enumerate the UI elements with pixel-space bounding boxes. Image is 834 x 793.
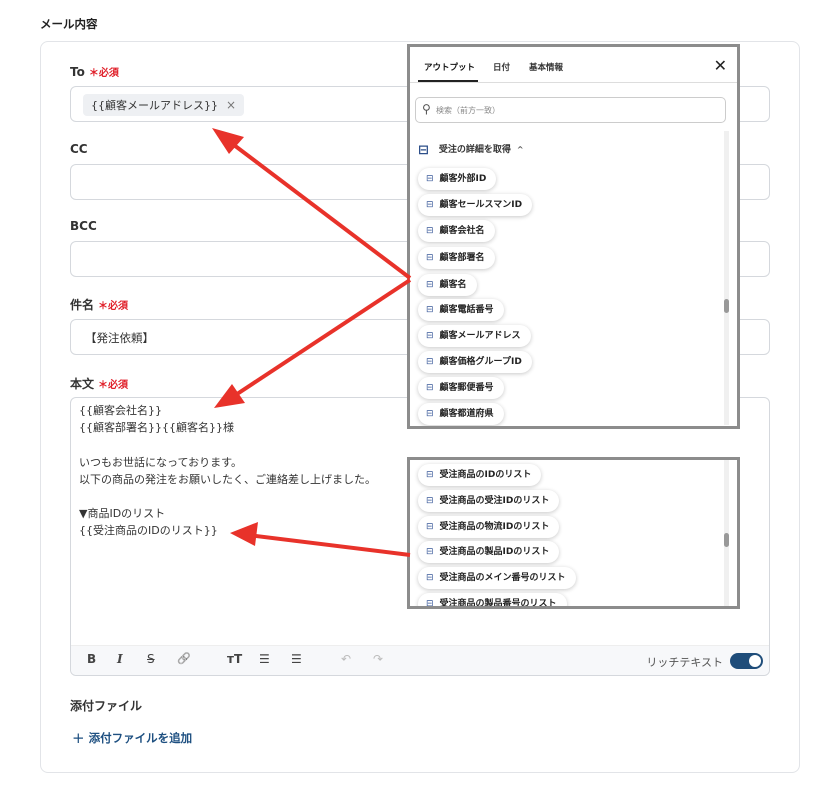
link-icon[interactable]: 🔗 xyxy=(177,652,191,665)
item-icon: ⊟ xyxy=(426,599,434,609)
text-size-icon[interactable]: ᴛT xyxy=(227,652,242,666)
chevron-up-icon: ^ xyxy=(516,145,524,154)
item-icon: ⊟ xyxy=(426,496,434,506)
output-item[interactable]: ⊟ 顧客電話番号 xyxy=(418,299,504,321)
italic-icon[interactable]: I xyxy=(117,652,123,666)
box-icon: ⊟ xyxy=(418,143,429,158)
output-item[interactable]: ⊟ 顧客都道府県 xyxy=(418,403,504,425)
body-text[interactable]: {{顧客会社名}} {{顧客部署名}}{{顧客名}}様 いつもお世話になっており… xyxy=(79,402,376,540)
output-item[interactable]: ⊟ 顧客価格グループID xyxy=(418,351,532,373)
to-label: To ＊必須 xyxy=(70,65,119,79)
bullet-list-icon[interactable]: ☰ xyxy=(259,652,270,666)
tab-basic-info[interactable]: 基本情報 xyxy=(529,61,563,73)
search-placeholder: 検索（前方一致） xyxy=(436,106,500,115)
item-icon: ⊟ xyxy=(426,253,434,263)
search-input[interactable]: ⚲ 検索（前方一致） xyxy=(415,97,726,123)
ordered-list-icon[interactable]: ☰ xyxy=(291,652,302,666)
output-item[interactable]: ⊟ 受注商品の受注IDのリスト xyxy=(418,490,560,512)
output-item[interactable]: ⊟ 受注商品の製品IDのリスト xyxy=(418,541,560,563)
required-badge: ＊必須 xyxy=(98,301,129,312)
tab-date[interactable]: 日付 xyxy=(493,61,510,73)
item-icon: ⊟ xyxy=(426,573,434,583)
output-item[interactable]: ⊟ 顧客会社名 xyxy=(418,220,495,242)
undo-icon[interactable]: ↶ xyxy=(341,652,351,666)
item-icon: ⊟ xyxy=(426,383,434,393)
item-icon: ⊟ xyxy=(426,470,434,480)
output-item[interactable]: ⊟ 顧客セールスマンID xyxy=(418,194,533,216)
item-icon: ⊟ xyxy=(426,522,434,532)
output-item[interactable]: ⊟ 顧客外部ID xyxy=(418,168,497,190)
cc-label: CC xyxy=(70,142,88,156)
rich-text-toggle[interactable] xyxy=(730,653,763,669)
tab-output[interactable]: アウトプット xyxy=(424,61,475,73)
to-chip: {{顧客メールアドレス}} × xyxy=(83,94,245,116)
output-item[interactable]: ⊟ 受注商品のメイン番号のリスト xyxy=(418,567,576,589)
item-icon: ⊟ xyxy=(426,280,434,290)
body-label: 本文 ＊必須 xyxy=(70,377,129,391)
scrollbar-thumb[interactable] xyxy=(724,533,729,547)
item-icon: ⊟ xyxy=(426,409,434,419)
subject-label: 件名 ＊必須 xyxy=(70,298,129,312)
output-list-panel: ⊟ 受注商品のIDのリスト ⊟ 受注商品の受注IDのリスト ⊟ 受注商品の物流IDのリ… xyxy=(407,457,740,609)
item-icon: ⊟ xyxy=(426,200,434,210)
bcc-label: BCC xyxy=(70,219,97,233)
section-title: メール内容 xyxy=(40,17,98,31)
redo-icon[interactable]: ↷ xyxy=(373,652,383,666)
item-icon: ⊟ xyxy=(426,226,434,236)
item-icon: ⊟ xyxy=(426,305,434,315)
required-badge: ＊必須 xyxy=(98,380,129,391)
bold-icon[interactable]: B xyxy=(87,652,96,666)
chip-remove-icon[interactable]: × xyxy=(226,98,236,112)
item-icon: ⊟ xyxy=(426,174,434,184)
output-item[interactable]: ⊟ 受注商品の物流IDのリスト xyxy=(418,516,560,538)
plus-icon: + xyxy=(72,729,85,747)
output-item[interactable]: ⊟ 顧客部署名 xyxy=(418,247,495,269)
group-header[interactable]: ⊟ 受注の詳細を取得 ^ xyxy=(418,142,524,158)
item-icon: ⊟ xyxy=(426,357,434,367)
scrollbar[interactable] xyxy=(724,131,729,425)
output-picker-panel: アウトプット 日付 基本情報 ✕ ⚲ 検索（前方一致） ⊟ 受注の詳細を取得 ^ ⊟… xyxy=(407,44,740,429)
subject-value: 【発注依頼】 xyxy=(85,331,154,345)
output-item[interactable]: ⊟ 顧客メールアドレス xyxy=(418,325,531,347)
strikethrough-icon[interactable]: S xyxy=(147,652,155,666)
picker-tabs: アウトプット 日付 基本情報 ✕ xyxy=(410,47,737,83)
output-item[interactable]: ⊟ 顧客郵便番号 xyxy=(418,377,504,399)
output-item[interactable]: ⊟ 顧客名 xyxy=(418,274,477,296)
output-item[interactable]: ⊟ 受注商品の製品番号のリスト xyxy=(418,593,567,609)
close-icon[interactable]: ✕ xyxy=(714,56,727,75)
output-item[interactable]: ⊟ 受注商品のIDのリスト xyxy=(418,464,542,486)
add-attachment-button[interactable]: + 添付ファイルを追加 xyxy=(72,729,192,747)
scrollbar-thumb[interactable] xyxy=(724,299,729,313)
rich-text-label: リッチテキスト xyxy=(646,656,723,669)
toggle-knob xyxy=(749,655,761,667)
search-icon: ⚲ xyxy=(422,102,431,116)
active-tab-indicator xyxy=(418,80,478,82)
item-icon: ⊟ xyxy=(426,547,434,557)
required-badge: ＊必須 xyxy=(88,68,119,79)
attachments-label: 添付ファイル xyxy=(70,699,143,713)
editor-toolbar: B I S 🔗 ᴛT ☰ ☰ ↶ ↷ リッチテキスト xyxy=(71,645,769,675)
item-icon: ⊟ xyxy=(426,331,434,341)
scrollbar[interactable] xyxy=(724,460,729,606)
